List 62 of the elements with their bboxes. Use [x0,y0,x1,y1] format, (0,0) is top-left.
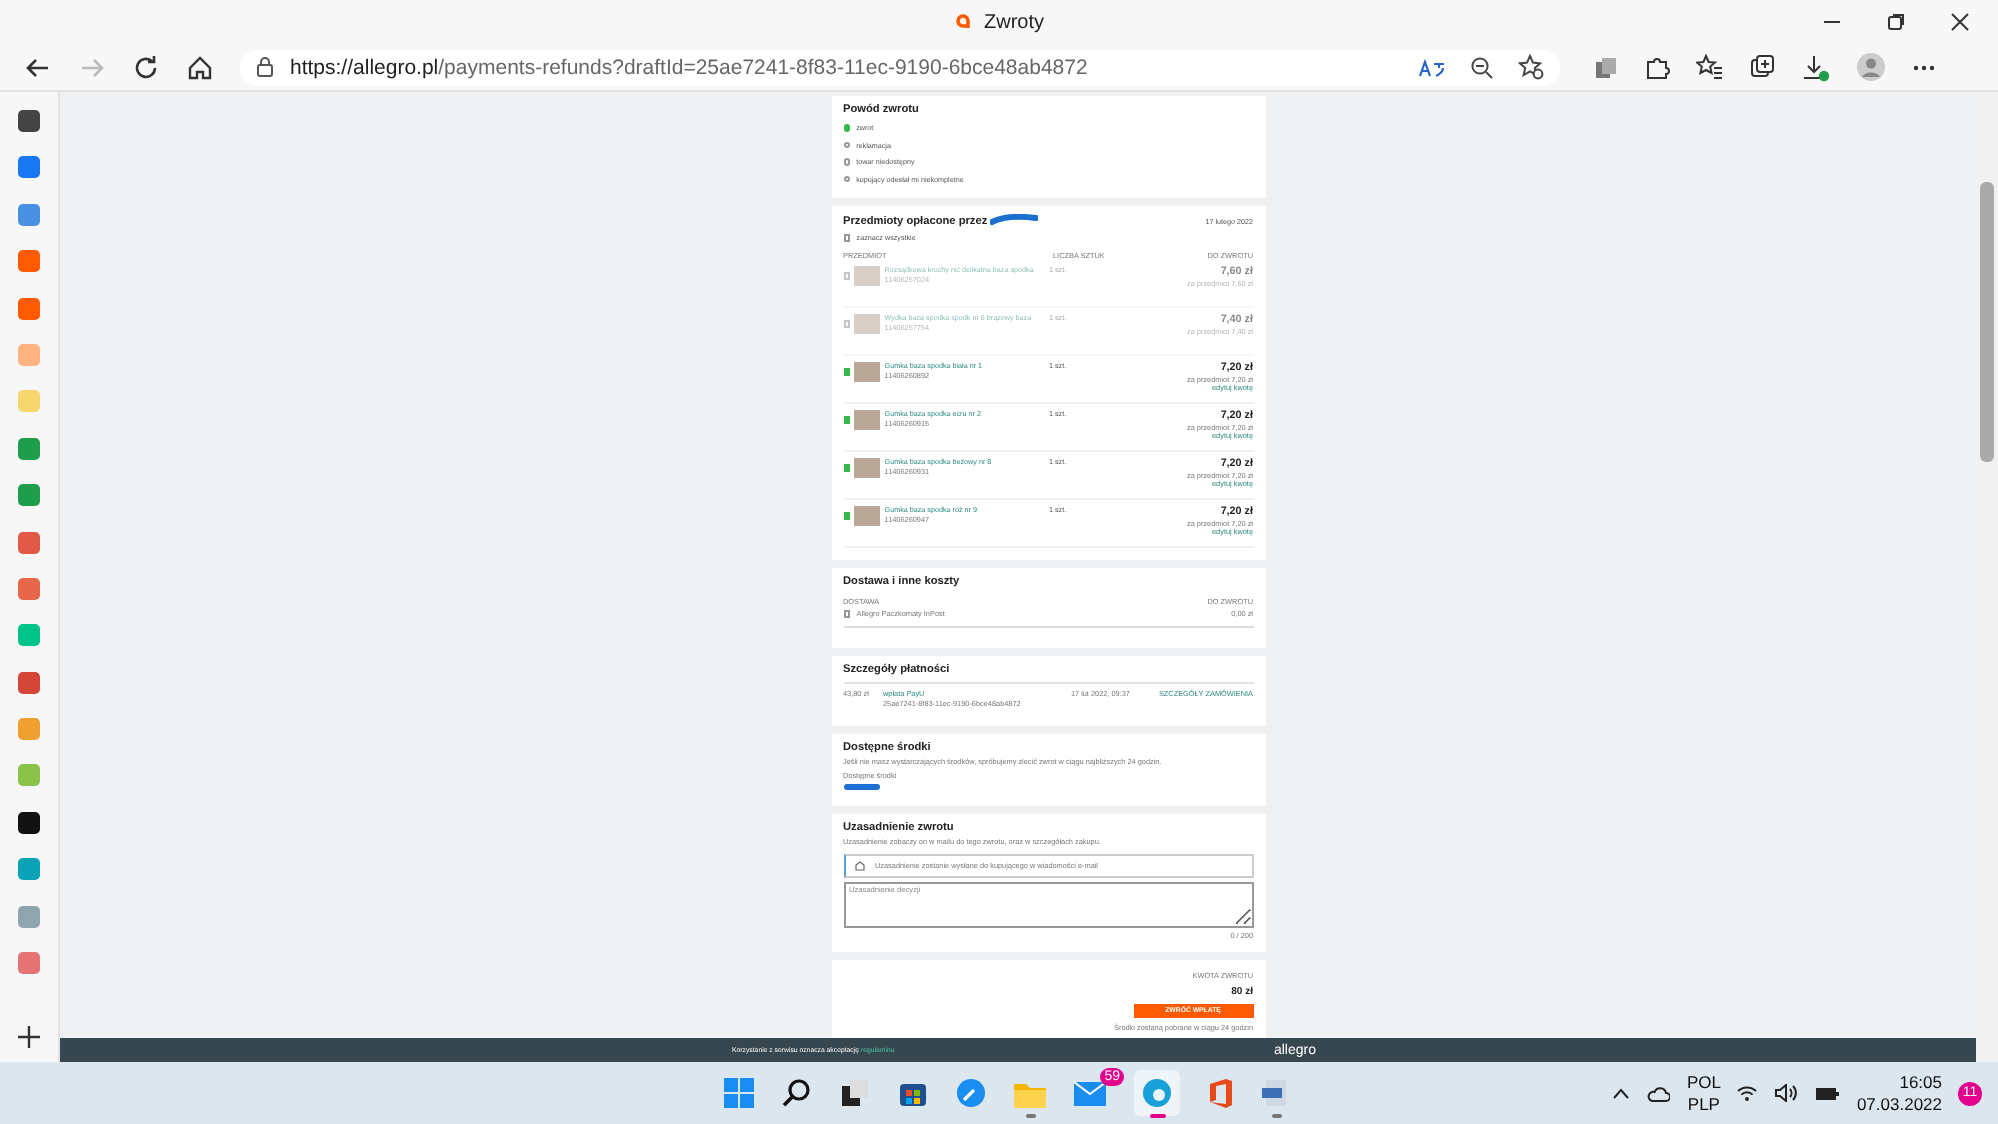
checkbox[interactable] [843,368,851,376]
read-aloud-icon[interactable] [1418,57,1446,77]
mail-icon[interactable] [1074,1080,1106,1106]
close-icon[interactable] [1950,12,1970,32]
zoom-out-icon[interactable] [1470,55,1494,79]
volume-icon[interactable] [1774,1084,1799,1102]
back-icon[interactable] [24,53,52,81]
checkbox[interactable] [843,234,851,242]
checkbox[interactable] [843,610,851,618]
allegro-logo-icon [954,12,974,32]
collections-icon[interactable] [1594,55,1618,79]
redaction-scribble-icon [843,781,879,791]
checkbox[interactable] [843,512,851,520]
more-icon[interactable] [1912,63,1936,71]
avatar-icon[interactable] [1856,52,1886,82]
photo-placeholder [854,458,881,478]
redaction-scribble-icon [989,214,1038,228]
photo-placeholder [854,314,881,334]
photo-placeholder [854,266,881,286]
reload-icon[interactable] [132,53,160,81]
wifi-icon[interactable] [1736,1084,1759,1102]
chevron-up-icon[interactable] [1612,1087,1631,1099]
language-indicator[interactable]: POL [1686,1071,1721,1093]
scrollbar-thumb[interactable] [1980,182,1994,462]
scrollbar[interactable] [1976,92,1998,1062]
lock-icon [256,56,274,78]
home-icon[interactable] [186,53,214,81]
keyboard-layout[interactable]: PLP [1687,1093,1720,1115]
photo-placeholder [854,410,881,430]
add-favorite-icon[interactable] [1518,54,1544,80]
task-view-icon[interactable] [840,1078,870,1108]
radio-button[interactable] [843,175,851,183]
cloud-icon[interactable] [1646,1085,1671,1101]
store-icon[interactable] [898,1078,928,1108]
start-icon[interactable] [724,1078,754,1108]
radio-button[interactable] [843,124,851,132]
sidebar-app-icon[interactable] [18,110,40,132]
favorites-icon[interactable] [1696,54,1724,80]
download-icon[interactable] [1802,53,1830,81]
checkbox[interactable] [843,320,851,328]
add-collection-icon[interactable] [1750,54,1776,80]
search-icon[interactable] [782,1078,812,1108]
maximize-icon[interactable] [1886,12,1906,32]
radio-button[interactable] [843,141,851,149]
forward-icon[interactable] [78,53,106,81]
radio-button[interactable] [843,158,851,166]
sidebar-app-icon[interactable] [18,811,40,834]
add-icon[interactable] [18,1026,40,1048]
photo-placeholder [854,506,881,526]
address-bar[interactable]: https://allegro.pl/payments-refunds?draftId=25ae7241-8f83-11ec-9190-6bce48ab4872 [240,49,1560,85]
checkbox[interactable] [843,416,851,424]
photo-placeholder [854,362,881,382]
extensions-icon[interactable] [1644,54,1670,80]
clock-date[interactable]: 07.03.2022 [1856,1093,1942,1115]
window-title: Zwroty [984,11,1044,33]
checkbox[interactable] [843,272,851,280]
battery-icon[interactable] [1814,1085,1841,1101]
clock-time[interactable]: 16:05 [1899,1071,1942,1093]
document-icon[interactable] [1262,1078,1290,1108]
checkbox[interactable] [843,464,851,472]
office-icon[interactable] [1208,1078,1234,1108]
url-text: https://allegro.pl/payments-refunds?draftId=25ae7241-8f83-11ec-9190-6bce48ab4872 [290,55,1088,79]
